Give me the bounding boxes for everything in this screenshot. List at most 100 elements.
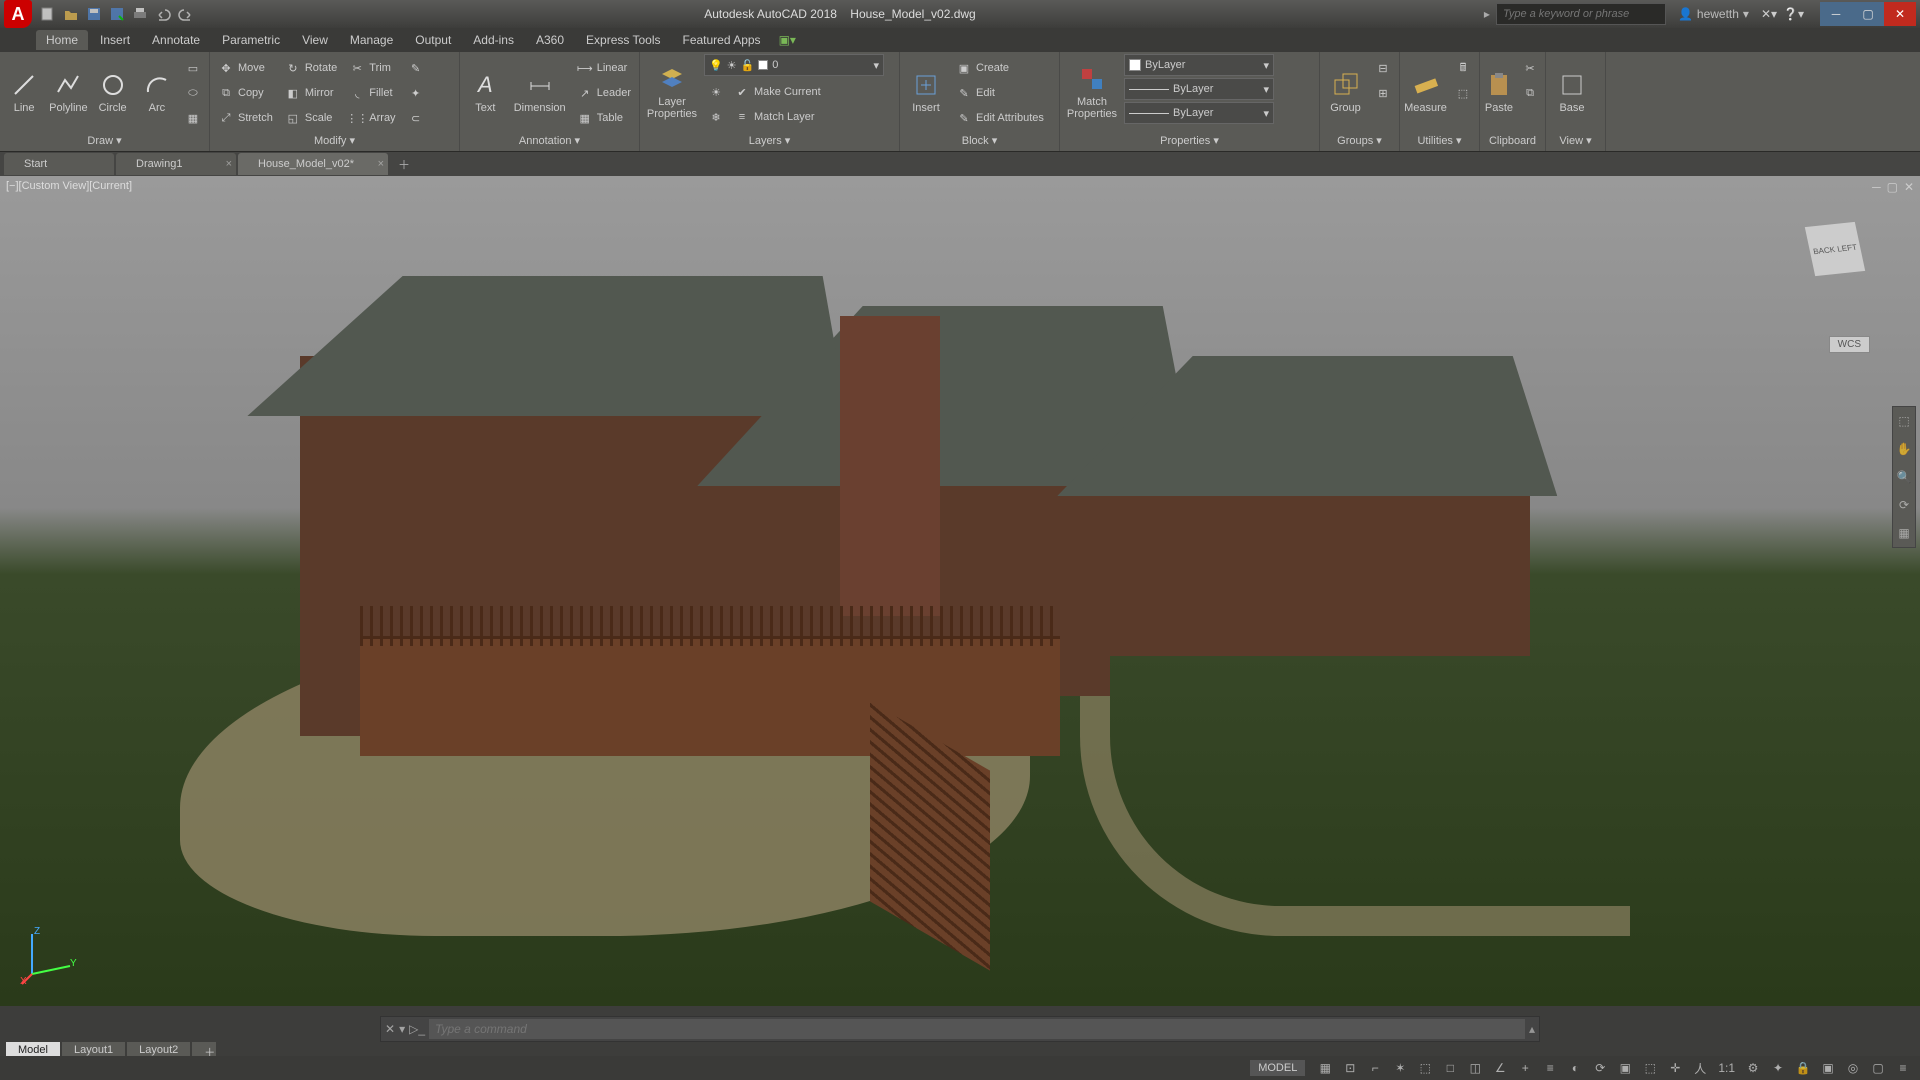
close-icon[interactable]: ×	[378, 158, 384, 170]
layer-on-button[interactable]: ☀	[704, 80, 728, 104]
minimize-button[interactable]: ─	[1820, 2, 1852, 26]
menu-a360[interactable]: A360	[526, 30, 574, 50]
saveas-icon[interactable]	[107, 4, 127, 24]
panel-layers-title[interactable]: Layers ▾	[644, 132, 895, 149]
menu-addins[interactable]: Add-ins	[463, 30, 524, 50]
arc-button[interactable]: Arc	[137, 54, 177, 130]
ellipse-button[interactable]: ⬭	[181, 81, 205, 105]
dyn-icon[interactable]: +	[1514, 1058, 1536, 1078]
array-button[interactable]: ⋮⋮Array	[345, 106, 399, 130]
insert-button[interactable]: Insert	[904, 54, 948, 130]
menu-home[interactable]: Home	[36, 30, 88, 50]
zoom-icon[interactable]: 🔍	[1893, 463, 1915, 491]
panel-view-title[interactable]: View ▾	[1550, 132, 1601, 149]
cmdline-up-icon[interactable]: ▴	[1529, 1022, 1535, 1036]
panel-block-title[interactable]: Block ▾	[904, 132, 1055, 149]
menu-manage[interactable]: Manage	[340, 30, 403, 50]
match-layer-button[interactable]: ≡Match Layer	[730, 105, 825, 129]
search-input[interactable]	[1496, 3, 1666, 25]
trim-button[interactable]: ✂Trim	[345, 56, 399, 80]
move-button[interactable]: ✥Move	[214, 56, 277, 80]
base-button[interactable]: Base	[1550, 54, 1594, 130]
panel-utilities-title[interactable]: Utilities ▾	[1404, 132, 1475, 149]
ungroup-button[interactable]: ⊟	[1371, 56, 1395, 80]
3ddisp-icon[interactable]: ▣	[1614, 1058, 1636, 1078]
close-cmdline-icon[interactable]: ✕	[385, 1022, 395, 1036]
workspace-icon[interactable]: ✦	[1767, 1058, 1789, 1078]
menu-parametric[interactable]: Parametric	[212, 30, 290, 50]
measure-button[interactable]: Measure	[1404, 54, 1447, 130]
layer-properties-button[interactable]: Layer Properties	[644, 54, 700, 130]
new-icon[interactable]	[38, 4, 58, 24]
panel-clipboard-title[interactable]: Clipboard	[1484, 133, 1541, 149]
color-combo[interactable]: ByLayer▾	[1124, 54, 1274, 76]
linear-button[interactable]: ⟼Linear	[573, 56, 635, 80]
maximize-button[interactable]: ▢	[1852, 2, 1884, 26]
attributes-button[interactable]: ✎Edit Attributes	[952, 106, 1048, 130]
save-icon[interactable]	[84, 4, 104, 24]
showmotion-icon[interactable]: ▦	[1893, 519, 1915, 547]
scale-button[interactable]: ◱Scale	[281, 106, 341, 130]
gear-icon[interactable]: ⚙	[1742, 1058, 1764, 1078]
add-tab-button[interactable]: ＋	[394, 154, 414, 174]
scale-button[interactable]: 1:1	[1714, 1058, 1739, 1078]
exchange-icon[interactable]: ✕▾	[1761, 7, 1777, 21]
gizmo-icon[interactable]: ✛	[1664, 1058, 1686, 1078]
clean-icon[interactable]: ▢	[1867, 1058, 1889, 1078]
paste-button[interactable]: Paste	[1484, 54, 1514, 130]
print-icon[interactable]	[130, 4, 150, 24]
grid-icon[interactable]: ▦	[1314, 1058, 1336, 1078]
stretch-button[interactable]: ⤢Stretch	[214, 106, 277, 130]
match-properties-button[interactable]: Match Properties	[1064, 54, 1120, 130]
offset-button[interactable]: ⊂	[404, 106, 428, 130]
isolate-icon[interactable]: ◎	[1842, 1058, 1864, 1078]
snap-icon[interactable]: ⊡	[1339, 1058, 1361, 1078]
text-button[interactable]: AText	[464, 54, 507, 130]
lwt-icon[interactable]: ≡	[1539, 1058, 1561, 1078]
mirror-button[interactable]: ◧Mirror	[281, 81, 341, 105]
panel-properties-title[interactable]: Properties ▾	[1064, 132, 1315, 149]
tab-drawing1[interactable]: Drawing1×	[116, 153, 236, 175]
full-nav-icon[interactable]: ⬚	[1893, 407, 1915, 435]
viewport[interactable]: [−][Custom View][Current] ─ ▢ ✕ BACK LEF…	[0, 176, 1920, 1006]
tab-house[interactable]: House_Model_v02*×	[238, 153, 388, 175]
annoscale-icon[interactable]: 人	[1689, 1058, 1711, 1078]
polar-icon[interactable]: ✶	[1389, 1058, 1411, 1078]
create-button[interactable]: ▣Create	[952, 56, 1048, 80]
menu-express[interactable]: Express Tools	[576, 30, 670, 50]
ortho-icon[interactable]: ⌐	[1364, 1058, 1386, 1078]
table-button[interactable]: ▦Table	[573, 106, 635, 130]
otrack-icon[interactable]: ∠	[1489, 1058, 1511, 1078]
menu-insert[interactable]: Insert	[90, 30, 140, 50]
menu-view[interactable]: View	[292, 30, 338, 50]
line-button[interactable]: Line	[4, 54, 44, 130]
open-icon[interactable]	[61, 4, 81, 24]
help-icon[interactable]: ❔▾	[1783, 7, 1804, 21]
user-menu[interactable]: 👤 hewetth ▾	[1672, 7, 1755, 21]
osnap-icon[interactable]: □	[1439, 1058, 1461, 1078]
undo-icon[interactable]	[153, 4, 173, 24]
wcs-badge[interactable]: WCS	[1829, 336, 1870, 353]
pan-icon[interactable]: ✋	[1893, 435, 1915, 463]
3dosnap-icon[interactable]: ◫	[1464, 1058, 1486, 1078]
rotate-button[interactable]: ↻Rotate	[281, 56, 341, 80]
modelspace-button[interactable]: MODEL	[1250, 1060, 1305, 1076]
leader-button[interactable]: ↗Leader	[573, 81, 635, 105]
orbit-icon[interactable]: ⟳	[1893, 491, 1915, 519]
tab-start[interactable]: Start	[4, 153, 114, 175]
cmdline-options-icon[interactable]: ▾	[399, 1022, 405, 1036]
panel-groups-title[interactable]: Groups ▾	[1324, 132, 1395, 149]
panel-annotation-title[interactable]: Annotation ▾	[464, 132, 635, 149]
panel-modify-title[interactable]: Modify ▾	[214, 132, 455, 149]
copy2-button[interactable]: ⧉	[1518, 81, 1542, 105]
close-button[interactable]: ✕	[1884, 2, 1916, 26]
layer-freeze-button[interactable]: ❄	[704, 105, 728, 129]
group-button[interactable]: Group	[1324, 54, 1367, 130]
selection-icon[interactable]: ⬚	[1639, 1058, 1661, 1078]
erase-button[interactable]: ✎	[404, 56, 428, 80]
circle-button[interactable]: Circle	[93, 54, 133, 130]
hw-icon[interactable]: ▣	[1817, 1058, 1839, 1078]
lweight-combo[interactable]: ByLayer▾	[1124, 78, 1274, 100]
ucs-icon[interactable]: Z Y X	[20, 926, 80, 986]
select-button[interactable]: ⬚	[1451, 81, 1475, 105]
